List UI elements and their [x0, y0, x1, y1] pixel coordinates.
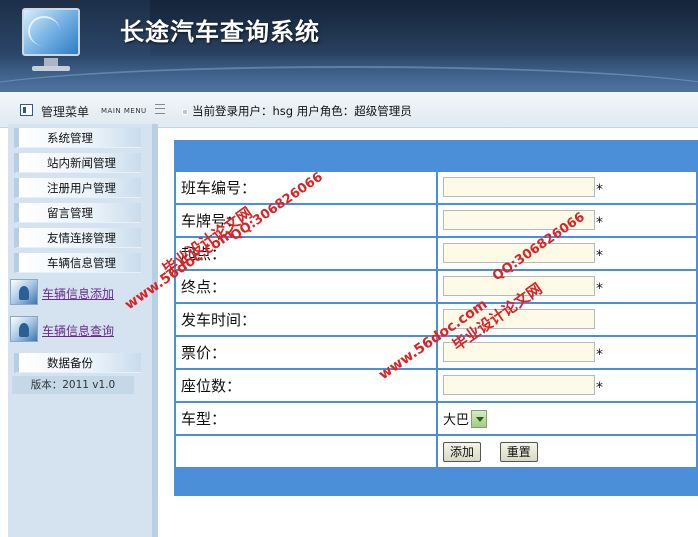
bus-number-input[interactable]	[443, 177, 595, 198]
departure-time-label: 发车时间：	[174, 302, 438, 337]
current-user-text: 当前登录用户：hsg 用户角色：超级管理员	[192, 104, 412, 118]
sidebar-item-backup[interactable]: 数据备份	[14, 353, 141, 373]
vehicle-query-link[interactable]: 车辆信息查询	[42, 322, 114, 339]
menu-subtitle: MAIN MENU	[101, 107, 147, 115]
menu-title: 管理菜单	[41, 105, 90, 119]
seats-input[interactable]	[443, 375, 595, 396]
bus-type-label: 车型：	[174, 401, 438, 436]
menu-toggle-icon[interactable]	[155, 104, 165, 114]
form-row-seats: 座位数： *	[174, 368, 698, 403]
vehicle-add-link[interactable]: 车辆信息添加	[42, 285, 114, 302]
sidebar-item-system[interactable]: 系统管理	[14, 128, 141, 148]
form-row-actions: 添加 重置	[174, 434, 698, 469]
required-mark: *	[596, 280, 603, 297]
bus-type-value: 大巴	[443, 413, 470, 428]
current-user-bar: 当前登录用户：hsg 用户角色：超级管理员	[182, 103, 412, 119]
vehicle-query-icon	[10, 316, 38, 342]
form-header-bar	[174, 140, 698, 170]
sidebar-item-news[interactable]: 站内新闻管理	[14, 153, 141, 173]
sidebar-item-vehicles[interactable]: 车辆信息管理	[14, 253, 141, 273]
destination-label: 终点：	[174, 269, 438, 304]
required-mark: *	[596, 214, 603, 231]
version-label: 版本：2011 v1.0	[12, 376, 134, 394]
sidebar: 系统管理 站内新闻管理 注册用户管理 留言管理 友情连接管理 车辆信息管理 车辆…	[8, 124, 158, 537]
sidebar-item-users[interactable]: 注册用户管理	[14, 178, 141, 198]
monitor-neck	[44, 58, 58, 66]
form-row-destination: 终点： *	[174, 269, 698, 304]
reset-button[interactable]: 重置	[499, 441, 538, 462]
menu-window-icon	[20, 104, 33, 116]
form-row-bus-number: 班车编号： *	[174, 170, 698, 205]
monitor-logo-icon	[16, 6, 86, 78]
app-title: 长途汽车查询系统	[120, 17, 320, 46]
form-row-origin: 起点： *	[174, 236, 698, 271]
required-mark: *	[596, 379, 603, 396]
chevron-down-icon[interactable]	[471, 409, 488, 428]
monitor-base	[32, 66, 70, 71]
vehicle-add-icon	[10, 279, 38, 305]
vehicle-form-panel: 班车编号： * 车牌号： * 起点： * 终点： * 发车时间： 票价： * 座…	[174, 140, 698, 496]
form-row-bus-type: 车型： 大巴	[174, 401, 698, 436]
required-mark: *	[596, 247, 603, 264]
bus-type-select[interactable]: 大巴	[443, 409, 488, 429]
sidebar-item-messages[interactable]: 留言管理	[14, 203, 141, 223]
required-mark: *	[596, 346, 603, 363]
sidebar-item-links[interactable]: 友情连接管理	[14, 228, 141, 248]
bullet-icon	[182, 108, 188, 115]
menu-header: 管理菜单 MAIN MENU	[0, 96, 165, 124]
app-header: 长途汽车查询系统	[0, 0, 698, 92]
monitor-screen	[22, 8, 80, 56]
form-footer-bar	[174, 467, 698, 496]
required-mark: *	[596, 181, 603, 198]
add-button[interactable]: 添加	[443, 441, 482, 462]
sub-item-vehicle-query[interactable]: 车辆信息查询	[10, 316, 150, 344]
